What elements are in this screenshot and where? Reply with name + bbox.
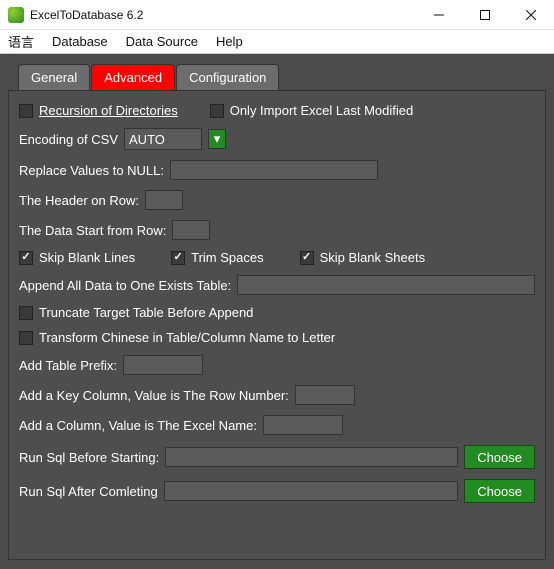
choose-after-button[interactable]: Choose <box>464 479 535 503</box>
close-button[interactable] <box>508 0 554 29</box>
add-key-col-input[interactable] <box>295 385 355 405</box>
encoding-select[interactable]: AUTO <box>124 128 202 150</box>
data-start-row-label: The Data Start from Row: <box>19 223 166 238</box>
skip-blank-lines-checkbox[interactable] <box>19 251 33 265</box>
chevron-down-icon[interactable]: ▾ <box>208 129 226 149</box>
add-col-excel-input[interactable] <box>263 415 343 435</box>
menu-help[interactable]: Help <box>216 34 243 49</box>
advanced-panel: Recursion of Directories Only Import Exc… <box>8 90 546 560</box>
data-start-row-input[interactable] <box>172 220 210 240</box>
encoding-value: AUTO <box>129 132 165 147</box>
window-controls <box>416 0 554 29</box>
append-data-input[interactable] <box>237 275 535 295</box>
choose-before-button[interactable]: Choose <box>464 445 535 469</box>
add-key-col-label: Add a Key Column, Value is The Row Numbe… <box>19 388 289 403</box>
add-table-prefix-input[interactable] <box>123 355 203 375</box>
header-row-input[interactable] <box>145 190 183 210</box>
menu-data-source[interactable]: Data Source <box>126 34 198 49</box>
tab-general[interactable]: General <box>18 64 90 90</box>
add-col-excel-label: Add a Column, Value is The Excel Name: <box>19 418 257 433</box>
menu-language[interactable]: 语言 <box>8 32 34 51</box>
content-area: General Advanced Configuration Recursion… <box>0 54 554 569</box>
recursion-checkbox[interactable] <box>19 104 33 118</box>
transform-chinese-label: Transform Chinese in Table/Column Name t… <box>39 330 335 345</box>
run-sql-before-input[interactable] <box>165 447 458 467</box>
menubar: 语言 Database Data Source Help <box>0 30 554 54</box>
recursion-label: Recursion of Directories <box>39 103 178 118</box>
header-row-label: The Header on Row: <box>19 193 139 208</box>
truncate-checkbox[interactable] <box>19 306 33 320</box>
add-table-prefix-label: Add Table Prefix: <box>19 358 117 373</box>
tab-advanced[interactable]: Advanced <box>91 64 175 90</box>
skip-blank-sheets-checkbox[interactable] <box>300 251 314 265</box>
only-import-label: Only Import Excel Last Modified <box>230 103 414 118</box>
app-icon <box>8 7 24 23</box>
menu-database[interactable]: Database <box>52 34 108 49</box>
window-title: ExcelToDatabase 6.2 <box>30 8 416 22</box>
maximize-button[interactable] <box>462 0 508 29</box>
run-sql-after-input[interactable] <box>164 481 458 501</box>
minimize-button[interactable] <box>416 0 462 29</box>
only-import-checkbox[interactable] <box>210 104 224 118</box>
append-data-label: Append All Data to One Exists Table: <box>19 278 231 293</box>
replace-null-label: Replace Values to NULL: <box>19 163 164 178</box>
replace-null-input[interactable] <box>170 160 378 180</box>
encoding-label: Encoding of CSV <box>19 132 118 147</box>
titlebar: ExcelToDatabase 6.2 <box>0 0 554 30</box>
skip-blank-lines-label: Skip Blank Lines <box>39 250 135 265</box>
tab-configuration[interactable]: Configuration <box>176 64 279 90</box>
run-sql-after-label: Run Sql After Comleting <box>19 484 158 499</box>
truncate-label: Truncate Target Table Before Append <box>39 305 253 320</box>
run-sql-before-label: Run Sql Before Starting: <box>19 450 159 465</box>
tabs: General Advanced Configuration <box>18 64 546 90</box>
trim-spaces-checkbox[interactable] <box>171 251 185 265</box>
skip-blank-sheets-label: Skip Blank Sheets <box>320 250 426 265</box>
transform-chinese-checkbox[interactable] <box>19 331 33 345</box>
trim-spaces-label: Trim Spaces <box>191 250 263 265</box>
